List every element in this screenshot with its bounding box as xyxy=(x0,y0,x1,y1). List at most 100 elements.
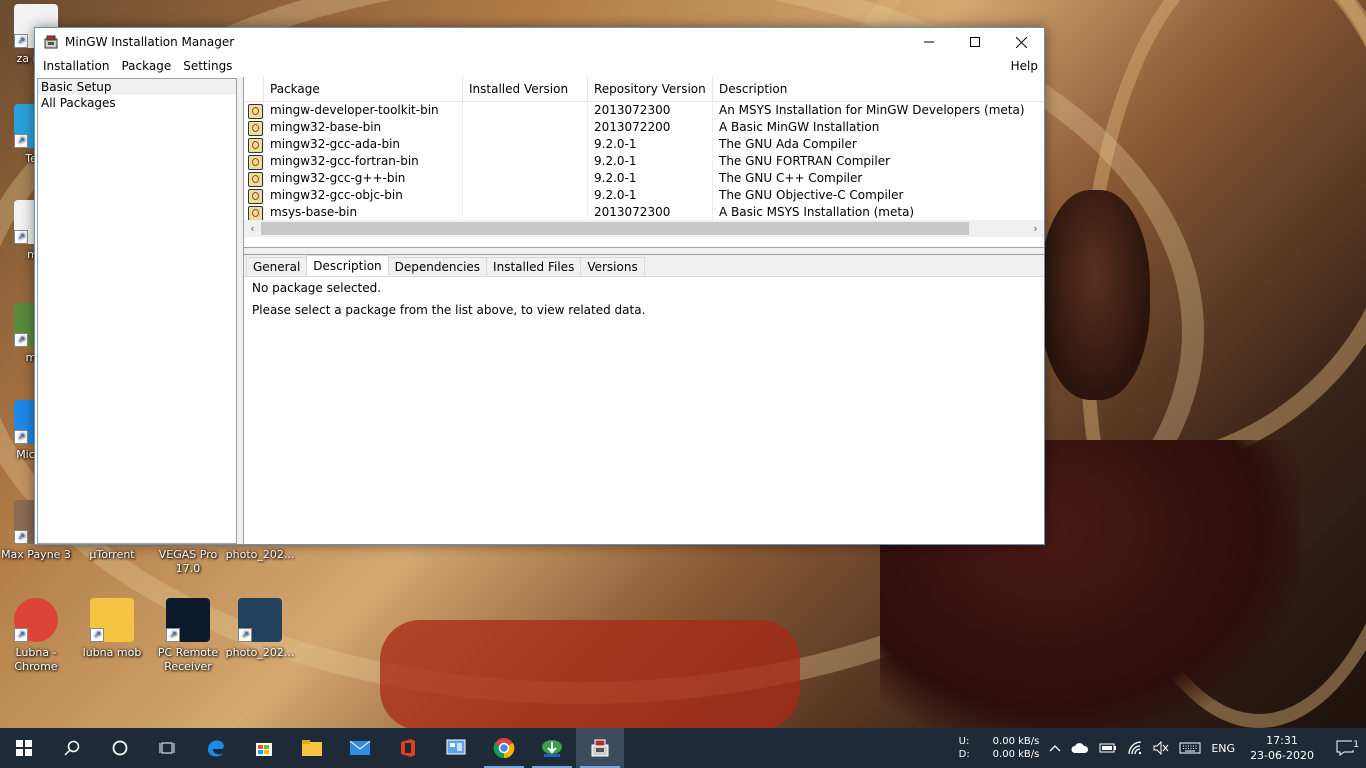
maximize-button[interactable] xyxy=(952,28,998,56)
shortcut-arrow-icon: ↗ xyxy=(238,628,252,642)
detail-instructions: Please select a package from the list ab… xyxy=(252,303,646,317)
package-status-cell[interactable] xyxy=(244,170,264,187)
minimize-button[interactable] xyxy=(906,28,952,56)
desktop-icon[interactable]: ↗ Lubna - Chrome xyxy=(0,598,72,674)
package-status-icon[interactable] xyxy=(248,104,263,119)
shortcut-arrow-icon: ↗ xyxy=(14,530,28,544)
package-status-cell[interactable] xyxy=(244,187,264,204)
package-repository-version: 2013072300 xyxy=(588,102,713,119)
taskbar-mail[interactable] xyxy=(336,728,384,768)
tab-versions[interactable]: Versions xyxy=(580,257,645,276)
package-list-header: Package Installed Version Repository Ver… xyxy=(244,77,1044,102)
package-status-icon[interactable] xyxy=(248,206,263,221)
keyboard-icon xyxy=(1179,742,1201,754)
cortana-button[interactable] xyxy=(96,728,144,768)
taskbar-office[interactable] xyxy=(384,728,432,768)
package-description: The GNU C++ Compiler xyxy=(719,171,863,185)
menu-help[interactable]: Help xyxy=(1005,59,1044,73)
header-description[interactable]: Description xyxy=(713,77,1044,101)
taskbar-idm[interactable] xyxy=(528,728,576,768)
package-status-icon[interactable] xyxy=(248,189,263,204)
package-name: msys-base-bin xyxy=(264,204,463,221)
category-basic-setup[interactable]: Basic Setup xyxy=(38,79,236,95)
package-status-icon[interactable] xyxy=(248,121,263,136)
network-speed-monitor[interactable]: U: 0.00 kB/s D: 0.00 kB/s xyxy=(954,735,1045,761)
taskbar-control-panel[interactable] xyxy=(432,728,480,768)
package-status-cell[interactable] xyxy=(244,119,264,136)
scroll-right-icon[interactable]: › xyxy=(1027,222,1044,235)
tab-general[interactable]: General xyxy=(246,257,308,276)
menu-settings[interactable]: Settings xyxy=(177,59,238,73)
edge-icon xyxy=(208,740,224,757)
package-status-icon[interactable] xyxy=(248,138,263,153)
taskbar-file-explorer[interactable] xyxy=(288,728,336,768)
tab-description[interactable]: Description xyxy=(306,255,389,276)
package-status-cell[interactable] xyxy=(244,102,264,119)
package-row[interactable]: mingw-developer-toolkit-bin 2013072300 An … xyxy=(244,102,1044,119)
desktop-icon-label: PC Remote Receiver xyxy=(157,646,219,673)
package-row[interactable]: mingw32-gcc-fortran-bin 9.2.0-1 The GNU FO… xyxy=(244,153,1044,170)
shortcut-arrow-icon: ↗ xyxy=(14,134,28,148)
upload-label: U: xyxy=(958,736,970,747)
package-row[interactable]: mingw32-base-bin 2013072200 A Basic MinGW … xyxy=(244,119,1044,136)
header-repository-version[interactable]: Repository Version xyxy=(588,77,713,101)
upload-speed: 0.00 kB/s xyxy=(992,736,1040,747)
package-row[interactable]: mingw32-gcc-objc-bin 9.2.0-1 The GNU Objec… xyxy=(244,187,1044,204)
desktop-icon[interactable]: ↗ photo_202... xyxy=(224,598,296,660)
task-view-button[interactable] xyxy=(144,728,192,768)
category-all-packages[interactable]: All Packages xyxy=(38,95,236,111)
menu-bar: Installation Package Settings Help xyxy=(35,56,1044,76)
menu-installation[interactable]: Installation xyxy=(37,59,115,73)
menu-package[interactable]: Package xyxy=(115,59,177,73)
package-row[interactable]: mingw32-gcc-g++-bin 9.2.0-1 The GNU C++ Co… xyxy=(244,170,1044,187)
shortcut-arrow-icon: ↗ xyxy=(14,430,28,444)
window-body: Basic Setup All Packages Package Install… xyxy=(35,77,1044,544)
detail-separator[interactable] xyxy=(244,248,1044,255)
tab-dependencies[interactable]: Dependencies xyxy=(387,257,488,276)
volume-muted-icon xyxy=(1153,741,1169,755)
language-indicator[interactable]: ENG xyxy=(1206,742,1240,755)
touch-keyboard-tray[interactable] xyxy=(1174,742,1206,754)
taskbar-store[interactable] xyxy=(240,728,288,768)
close-button[interactable] xyxy=(998,28,1044,56)
chrome-icon xyxy=(493,738,515,759)
start-button[interactable] xyxy=(0,728,48,768)
taskbar-mingw[interactable] xyxy=(576,728,624,768)
control-panel-icon xyxy=(446,739,466,755)
header-icon-column[interactable] xyxy=(244,77,264,101)
desktop-icon-label: photo_202... xyxy=(225,646,295,659)
action-center-button[interactable]: 1 xyxy=(1324,740,1366,756)
onedrive-tray[interactable] xyxy=(1066,742,1094,754)
package-row[interactable]: msys-base-bin 2013072300 A Basic MSYS Inst… xyxy=(244,204,1044,221)
taskbar: U: 0.00 kB/s D: 0.00 kB/s ENG 17:31 23-06-… xyxy=(0,728,1366,768)
package-description: A Basic MSYS Installation (meta) xyxy=(719,205,915,219)
tab-installed-files[interactable]: Installed Files xyxy=(486,257,582,276)
mail-icon xyxy=(349,740,371,755)
search-button[interactable] xyxy=(48,728,96,768)
horizontal-scrollbar[interactable]: ‹ › xyxy=(244,220,1044,237)
desktop-icon-label: photo_202... xyxy=(225,548,295,561)
package-status-icon[interactable] xyxy=(248,155,263,170)
package-status-cell[interactable] xyxy=(244,204,264,221)
scrollbar-thumb[interactable] xyxy=(261,222,969,235)
package-row[interactable]: mingw32-gcc-ada-bin 9.2.0-1 The GNU Ada Co… xyxy=(244,136,1044,153)
show-hidden-icons-button[interactable] xyxy=(1044,744,1066,752)
header-package[interactable]: Package xyxy=(264,77,463,101)
package-status-icon[interactable] xyxy=(248,172,263,187)
title-bar[interactable]: MinGW Installation Manager xyxy=(35,28,1044,56)
battery-tray[interactable] xyxy=(1094,742,1122,754)
taskbar-chrome[interactable] xyxy=(480,728,528,768)
desktop-icon[interactable]: ↗ lubna mob xyxy=(76,598,148,660)
package-status-cell[interactable] xyxy=(244,153,264,170)
volume-tray[interactable] xyxy=(1148,741,1174,755)
package-status-cell[interactable] xyxy=(244,136,264,153)
package-name: mingw32-gcc-g++-bin xyxy=(264,170,463,187)
system-tray: U: 0.00 kB/s D: 0.00 kB/s ENG 17:31 23-06-… xyxy=(954,728,1366,768)
desktop-icon[interactable]: ↗ PC Remote Receiver xyxy=(152,598,224,674)
wifi-tray[interactable] xyxy=(1122,741,1148,755)
scroll-left-icon[interactable]: ‹ xyxy=(244,222,261,235)
header-installed-version[interactable]: Installed Version xyxy=(463,77,588,101)
clock[interactable]: 17:31 23-06-2020 xyxy=(1240,733,1324,763)
taskbar-edge[interactable] xyxy=(192,728,240,768)
photo-icon: ↗ xyxy=(238,598,282,642)
